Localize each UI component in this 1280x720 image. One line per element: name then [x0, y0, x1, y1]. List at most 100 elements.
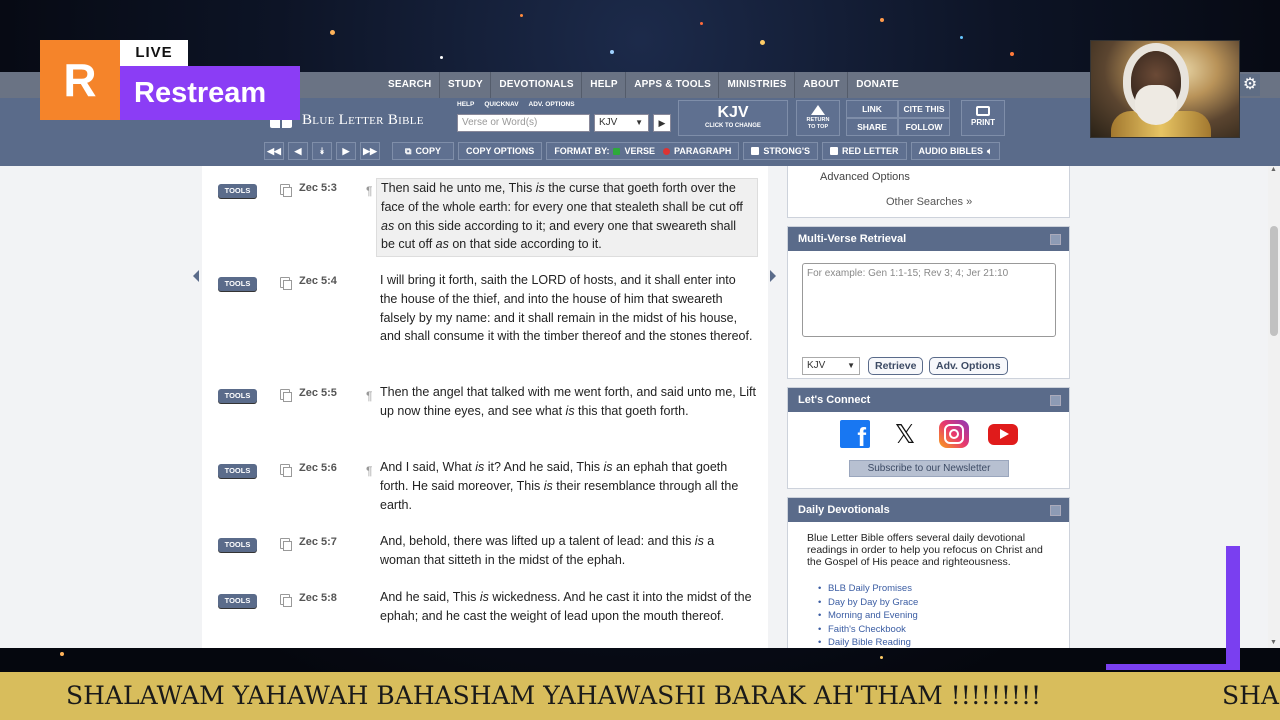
devotionals-panel: Daily Devotionals Blue Letter Bible offe…	[787, 497, 1070, 648]
strongs-toggle[interactable]: STRONG'S	[743, 142, 818, 160]
checkmark-icon[interactable]	[613, 147, 621, 155]
copy-icon[interactable]	[280, 538, 292, 551]
share-button[interactable]: SHARE	[846, 118, 898, 136]
share-actions: LINK CITE THIS SHARE FOLLOW	[846, 100, 950, 136]
copy-icon[interactable]	[280, 594, 292, 607]
minimize-icon[interactable]	[1050, 505, 1061, 516]
star-spark	[330, 30, 335, 35]
last-chapter-button[interactable]: ▶▶	[360, 142, 380, 160]
verse-ref[interactable]: Zec 5:7	[299, 536, 337, 548]
return-to-top-button[interactable]: RETURN TO TOP	[796, 100, 840, 136]
copy-button[interactable]: ⧉ COPY	[392, 142, 454, 160]
search-go-button[interactable]: ▶	[653, 114, 671, 132]
youtube-icon[interactable]	[988, 424, 1018, 445]
chevron-left-icon[interactable]	[193, 270, 199, 282]
mini-link-quicknav[interactable]: QUICKNAV	[484, 101, 518, 108]
nav-item-ministries[interactable]: MINISTRIES	[719, 72, 794, 98]
ticker-banner: SHALAWAM YAHAWAH BAHASHAM YAHAWASHI BARA…	[0, 672, 1280, 720]
gear-icon[interactable]: ⚙	[1240, 74, 1260, 96]
adv-options-button[interactable]: Adv. Options	[929, 357, 1008, 375]
nav-item-search[interactable]: SEARCH	[380, 72, 439, 98]
star-spark	[60, 652, 64, 656]
copy-icon[interactable]	[280, 277, 292, 290]
instagram-icon[interactable]	[939, 420, 969, 448]
multi-verse-textarea[interactable]: For example: Gen 1:1-15; Rev 3; 4; Jer 2…	[802, 263, 1056, 337]
cite-this-button[interactable]: CITE THIS	[898, 100, 950, 118]
page-scrollbar[interactable]: ▲ ▼	[1268, 166, 1280, 648]
mvr-version-select[interactable]: KJV ▼	[802, 357, 860, 375]
verse-ref[interactable]: Zec 5:8	[299, 592, 337, 604]
x-icon[interactable]: 𝕏	[890, 420, 920, 448]
return-label-2: TO TOP	[807, 124, 829, 130]
verse-ref[interactable]: Zec 5:4	[299, 275, 337, 287]
version-select[interactable]: KJV ▼	[594, 114, 649, 132]
verse-text: And I said, What is it? And he said, Thi…	[380, 460, 739, 512]
nav-item-apps-tools[interactable]: APPS & TOOLS	[626, 72, 719, 98]
tools-button[interactable]: TOOLS	[218, 594, 257, 608]
nav-item-donate[interactable]: DONATE	[848, 72, 907, 98]
advanced-options-link[interactable]: Advanced Options	[820, 171, 910, 183]
live-badge: LIVE	[120, 40, 188, 66]
copy-icon[interactable]	[280, 464, 292, 477]
cancel-icon[interactable]	[662, 147, 670, 155]
return-label-1: RETURN	[806, 117, 830, 123]
devotionals-list: BLB Daily Promises Day by Day by Grace M…	[818, 582, 918, 648]
mini-link-help[interactable]: HELP	[457, 101, 474, 108]
verse-ref[interactable]: Zec 5:5	[299, 387, 337, 399]
tools-button[interactable]: TOOLS	[218, 464, 257, 478]
scroll-down-icon[interactable]: ▼	[1270, 639, 1277, 646]
star-spark	[440, 56, 443, 59]
link-button[interactable]: LINK	[846, 100, 898, 118]
newsletter-button[interactable]: Subscribe to our Newsletter	[849, 460, 1009, 477]
nav-item-about[interactable]: ABOUT	[795, 72, 848, 98]
first-chapter-button[interactable]: ◀◀	[264, 142, 284, 160]
multi-verse-panel: Multi-Verse Retrieval For example: Gen 1…	[787, 226, 1070, 379]
tools-button[interactable]: TOOLS	[218, 538, 257, 552]
verse-ref[interactable]: Zec 5:3	[299, 182, 337, 194]
list-item[interactable]: Faith's Checkbook	[818, 623, 918, 637]
checkbox[interactable]	[829, 147, 838, 155]
tools-button[interactable]: TOOLS	[218, 184, 257, 198]
nav-item-devotionals[interactable]: DEVOTIONALS	[491, 72, 581, 98]
audio-bibles-button[interactable]: AUDIO BIBLES 🔈︎	[910, 142, 1001, 160]
list-item[interactable]: BLB Daily Promises	[818, 582, 918, 596]
retrieve-button[interactable]: Retrieve	[868, 357, 924, 375]
print-button[interactable]: PRINT	[961, 100, 1005, 136]
minimize-icon[interactable]	[1050, 234, 1061, 245]
verse-search-input[interactable]: Verse or Word(s)	[457, 114, 590, 132]
chevron-right-icon[interactable]	[770, 270, 776, 282]
facebook-icon[interactable]: f	[840, 420, 870, 448]
list-item[interactable]: Day by Day by Grace	[818, 596, 918, 610]
panel-header: Let's Connect	[788, 388, 1069, 412]
verse-format-label[interactable]: VERSE	[624, 143, 655, 159]
scroll-up-icon[interactable]: ▲	[1270, 166, 1277, 173]
other-searches-link[interactable]: Other Searches »	[886, 196, 972, 208]
checkbox[interactable]	[751, 147, 760, 155]
list-item[interactable]: Daily Bible Reading	[818, 636, 918, 648]
nav-item-help[interactable]: HELP	[582, 72, 625, 98]
nav-item-study[interactable]: STUDY	[440, 72, 491, 98]
tools-button[interactable]: TOOLS	[218, 389, 257, 403]
copy-icon[interactable]	[280, 389, 292, 402]
red-letter-label: RED LETTER	[841, 146, 899, 156]
brand-letter: R	[40, 40, 120, 120]
prev-chapter-button[interactable]: ◀	[288, 142, 308, 160]
restream-logo: R LIVE Restream	[40, 40, 300, 120]
copy-options-button[interactable]: COPY OPTIONS	[457, 142, 543, 160]
red-letter-toggle[interactable]: RED LETTER	[821, 142, 907, 160]
bookmark-button[interactable]: ⯯	[312, 142, 332, 160]
tools-button[interactable]: TOOLS	[218, 277, 257, 291]
pilcrow-icon: ¶	[366, 184, 373, 198]
version-change-button[interactable]: KJV CLICK TO CHANGE	[678, 100, 788, 136]
copy-icon[interactable]	[280, 184, 292, 197]
paragraph-format-label[interactable]: PARAGRAPH	[674, 143, 731, 159]
scrollbar-thumb[interactable]	[1270, 226, 1278, 336]
mini-link-adv-options[interactable]: ADV. OPTIONS	[529, 101, 575, 108]
follow-button[interactable]: FOLLOW	[898, 118, 950, 136]
minimize-icon[interactable]	[1050, 395, 1061, 406]
verse-ref[interactable]: Zec 5:6	[299, 462, 337, 474]
next-chapter-button[interactable]: ▶	[336, 142, 356, 160]
panel-title: Multi-Verse Retrieval	[798, 233, 907, 245]
verse-text: And he said, This is wickedness. And he …	[380, 590, 752, 623]
list-item[interactable]: Morning and Evening	[818, 609, 918, 623]
